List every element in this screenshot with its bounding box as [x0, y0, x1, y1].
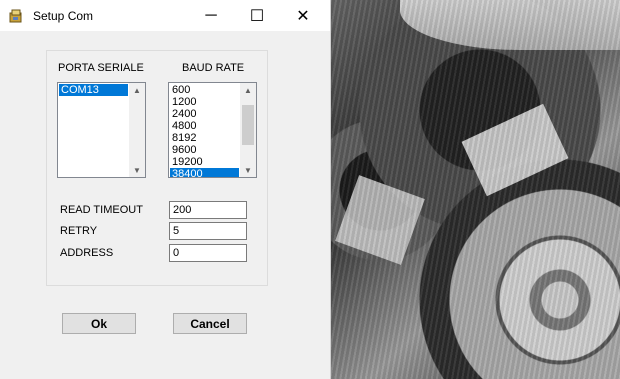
serial-port-scrollbar[interactable]: ▲ ▼: [129, 83, 145, 177]
scroll-thumb[interactable]: [242, 105, 254, 145]
setup-com-dialog: Setup Com ─ ☐ ✕ PORTA SERIALE BAUD RATE …: [0, 0, 331, 379]
address-field[interactable]: 0: [169, 244, 247, 262]
baud-rate-label: BAUD RATE: [182, 62, 245, 74]
close-icon: ✕: [296, 7, 310, 25]
minimize-icon: ─: [205, 6, 217, 24]
scroll-up-icon[interactable]: ▲: [129, 83, 145, 97]
baud-rate-items: 600 1200 2400 4800 8192 9600 19200 38400: [170, 84, 239, 177]
list-item-selected[interactable]: 38400: [170, 168, 239, 177]
maximize-icon: ☐: [249, 7, 265, 25]
retry-label: RETRY: [60, 225, 98, 237]
list-item-com13[interactable]: COM13: [59, 84, 128, 96]
scroll-up-icon[interactable]: ▲: [240, 83, 256, 97]
scroll-down-icon[interactable]: ▼: [240, 163, 256, 177]
list-item[interactable]: 4800: [170, 120, 239, 132]
list-item[interactable]: 600: [170, 84, 239, 96]
baud-rate-list[interactable]: 600 1200 2400 4800 8192 9600 19200 38400…: [168, 82, 257, 178]
wallpaper-coil-texture: [330, 0, 620, 379]
list-item[interactable]: 8192: [170, 132, 239, 144]
setup-app-icon: [9, 9, 22, 23]
list-item[interactable]: 1200: [170, 96, 239, 108]
address-label: ADDRESS: [60, 247, 114, 259]
close-button[interactable]: ✕: [280, 0, 326, 31]
list-item[interactable]: 9600: [170, 144, 239, 156]
minimize-button[interactable]: ─: [188, 0, 234, 31]
list-item[interactable]: 19200: [170, 156, 239, 168]
serial-port-label: PORTA SERIALE: [58, 62, 144, 74]
read-timeout-field[interactable]: 200: [169, 201, 247, 219]
ok-button[interactable]: Ok: [62, 313, 136, 334]
serial-port-items: COM13: [59, 84, 128, 96]
title-bar[interactable]: Setup Com ─ ☐ ✕: [0, 0, 330, 31]
window-title: Setup Com: [33, 9, 94, 23]
scroll-down-icon[interactable]: ▼: [129, 163, 145, 177]
cancel-button[interactable]: Cancel: [173, 313, 247, 334]
maximize-button[interactable]: ☐: [234, 0, 280, 31]
list-item[interactable]: 2400: [170, 108, 239, 120]
retry-field[interactable]: 5: [169, 222, 247, 240]
serial-port-list[interactable]: COM13 ▲ ▼: [57, 82, 146, 178]
read-timeout-label: READ TIMEOUT: [60, 204, 143, 216]
baud-rate-scrollbar[interactable]: ▲ ▼: [240, 83, 256, 177]
